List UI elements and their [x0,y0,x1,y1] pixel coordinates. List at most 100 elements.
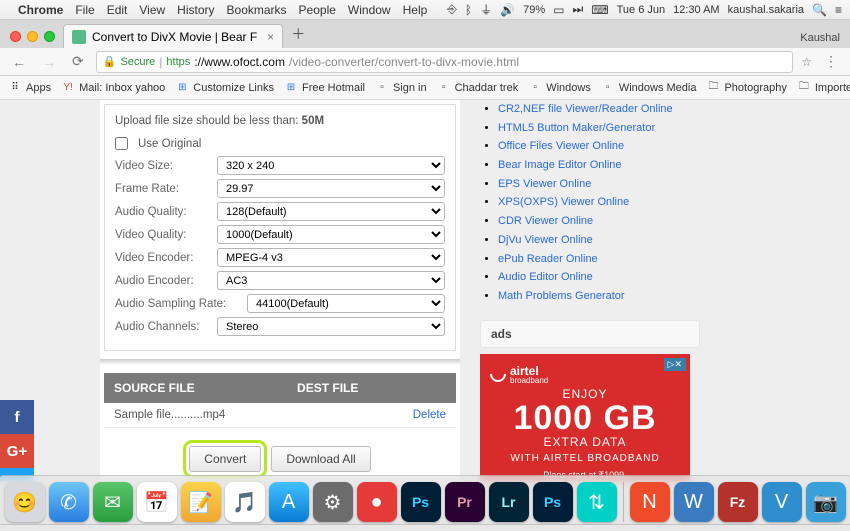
dock-app-icon[interactable]: 📝 [181,482,221,522]
minimize-window-icon[interactable] [27,31,38,42]
facebook-share-button[interactable]: f [0,400,34,434]
tab-title: Convert to DivX Movie | Bear F [92,30,257,44]
apps-button[interactable]: ⠿Apps [8,81,51,95]
select-audio-sampling[interactable]: 44100(Default) [247,294,445,313]
cast-icon[interactable]: ⎆ [447,2,457,17]
reload-button[interactable]: ⟳ [68,53,88,70]
wifi-icon[interactable]: ⏚ [480,1,492,18]
back-button[interactable]: ← [8,54,30,70]
battery-icon[interactable]: ▭ [553,3,564,17]
menu-help[interactable]: Help [403,3,428,17]
select-audio-encoder[interactable]: AC3 [217,271,445,290]
dock-app-icon[interactable]: Fz [718,482,758,522]
bookmark-windows[interactable]: ▫Windows [528,81,591,95]
bluetooth-icon[interactable]: ᛒ [465,3,472,17]
sidebar-link[interactable]: DjVu Viewer Online [498,234,593,246]
twitter-share-button[interactable]: 🐦 [0,468,34,481]
bookmark-star-icon[interactable]: ☆ [801,55,812,69]
list-item: HTML5 Button Maker/Generator [498,119,700,138]
dock-app-icon[interactable]: ✆ [49,482,89,522]
dock-app-icon[interactable]: Ps [401,482,441,522]
sidebar: CR2,NEF file Viewer/Reader Online HTML5 B… [480,100,700,481]
ad-close-icon[interactable]: ▷✕ [664,358,686,371]
download-all-button[interactable]: Download All [271,446,370,472]
label-audio-channels: Audio Channels: [115,321,211,333]
select-audio-quality[interactable]: 128(Default) [217,202,445,221]
sidebar-link[interactable]: Office Files Viewer Online [498,140,624,152]
menu-window[interactable]: Window [348,3,391,17]
bookmark-imported[interactable]: 🗀Imported From IE [797,81,850,95]
sidebar-link[interactable]: Bear Image Editor Online [498,159,622,171]
dock-app-icon[interactable]: V [762,482,802,522]
list-item: CDR Viewer Online [498,212,700,231]
select-video-encoder[interactable]: MPEG-4 v3 [217,248,445,267]
fastfwd-icon[interactable]: ⏭ [572,2,583,17]
new-tab-button[interactable]: ＋ [283,24,313,48]
use-original-checkbox[interactable] [115,137,128,150]
bookmark-chaddar[interactable]: ▫Chaddar trek [437,81,519,95]
bookmark-photo[interactable]: 🗀Photography [706,81,786,95]
ad-banner[interactable]: ▷✕ airtelbroadband ENJOY 1000 GB EXTRA D… [480,354,690,481]
sidebar-link[interactable]: HTML5 Button Maker/Generator [498,122,655,134]
dock-app-icon[interactable]: ● [357,482,397,522]
select-video-quality[interactable]: 1000(Default) [217,225,445,244]
convert-button[interactable]: Convert [189,446,261,472]
dock-app-icon[interactable]: N [630,482,670,522]
close-window-icon[interactable] [10,31,21,42]
page-icon: ▫ [437,81,451,95]
dock-separator [623,482,624,522]
menu-view[interactable]: View [139,3,165,17]
sidebar-link[interactable]: ePub Reader Online [498,253,598,265]
delete-link[interactable]: Delete [413,409,446,421]
dock-app-icon[interactable]: ✉ [93,482,133,522]
spotlight-icon[interactable]: 🔍 [812,3,827,17]
sidebar-link[interactable]: XPS(OXPS) Viewer Online [498,196,629,208]
bookmark-winmedia[interactable]: ▫Windows Media [601,81,697,95]
keyboard-icon[interactable]: ⌨ [591,3,608,17]
menu-file[interactable]: File [75,3,94,17]
bookmark-mail[interactable]: Y!Mail: Inbox yahoo [61,81,165,95]
ads-heading: ads [480,320,700,348]
dock-app-icon[interactable]: 🎵 [225,482,265,522]
notification-icon[interactable]: ≡ [835,3,842,17]
menu-bookmarks[interactable]: Bookmarks [227,3,287,17]
bookmark-customize[interactable]: ⊞Customize Links [175,81,274,95]
menu-history[interactable]: History [177,3,214,17]
menu-icon[interactable]: ⋮ [820,53,842,70]
list-item: XPS(OXPS) Viewer Online [498,193,700,212]
dock-app-icon[interactable]: Ps [533,482,573,522]
sidebar-link[interactable]: CR2,NEF file Viewer/Reader Online [498,103,673,115]
select-audio-channels[interactable]: Stereo [217,317,445,336]
volume-icon[interactable]: 🔊 [500,3,515,17]
dock-app-icon[interactable]: 😊 [5,482,45,522]
select-video-size[interactable]: 320 x 240 [217,156,445,175]
dock-app-icon[interactable]: 📷 [806,482,846,522]
dock-app-icon[interactable]: ⇅ [577,482,617,522]
dock-app-icon[interactable]: W [674,482,714,522]
sidebar-link[interactable]: CDR Viewer Online [498,215,593,227]
page-icon: ▫ [601,81,615,95]
url-input[interactable]: 🔒 Secure | https://www.ofoct.com/video-c… [96,51,794,73]
dock-app-icon[interactable]: A [269,482,309,522]
menubar-app[interactable]: Chrome [18,3,63,17]
bookmark-signin[interactable]: ▫Sign in [375,81,427,95]
dock-app-icon[interactable]: Lr [489,482,529,522]
dock-app-icon[interactable]: Pr [445,482,485,522]
menu-edit[interactable]: Edit [107,3,128,17]
menu-people[interactable]: People [299,3,336,17]
win-icon: ⊞ [284,81,298,95]
tab-close-icon[interactable]: × [267,30,274,44]
file-table: SOURCE FILE DEST FILE Sample file.......… [104,373,456,428]
browser-tab[interactable]: Convert to DivX Movie | Bear F × [63,24,283,48]
select-frame-rate[interactable]: 29.97 [217,179,445,198]
forward-button[interactable]: → [38,54,60,70]
bookmark-hotmail[interactable]: ⊞Free Hotmail [284,81,365,95]
sidebar-link[interactable]: Audio Editor Online [498,271,593,283]
dock-app-icon[interactable]: 📅 [137,482,177,522]
profile-badge[interactable]: Kaushal [790,32,850,48]
maximize-window-icon[interactable] [44,31,55,42]
googleplus-share-button[interactable]: G+ [0,434,34,468]
sidebar-link[interactable]: Math Problems Generator [498,290,625,302]
dock-app-icon[interactable]: ⚙ [313,482,353,522]
sidebar-link[interactable]: EPS Viewer Online [498,178,591,190]
